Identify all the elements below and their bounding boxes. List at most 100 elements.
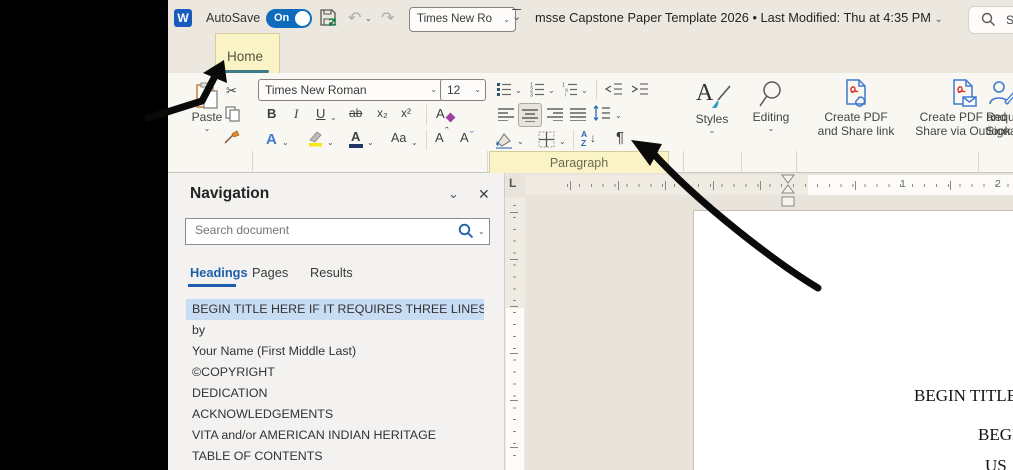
justify-button[interactable]: [570, 107, 586, 121]
text-effects-chevron-icon[interactable]: ⌄: [282, 138, 289, 147]
bullets-button[interactable]: [496, 81, 512, 97]
undo-icon[interactable]: ↶: [348, 8, 361, 28]
nav-heading-item[interactable]: VITA and/or AMERICAN INDIAN HERITAGE: [186, 425, 484, 446]
nav-heading-item-selected[interactable]: BEGIN TITLE HERE IF IT REQUIRES THREE LI…: [186, 299, 484, 320]
align-left-button[interactable]: [498, 107, 514, 121]
save-icon[interactable]: [318, 8, 338, 28]
nav-search-input[interactable]: [193, 222, 427, 238]
copy-icon[interactable]: [225, 106, 241, 122]
change-case-button[interactable]: Aa: [391, 131, 406, 145]
document-title-text: msse Capstone Paper Template 2026 • Last…: [535, 10, 931, 25]
svg-text:3: 3: [530, 93, 533, 98]
styles-button[interactable]: A Styles ⌄: [688, 78, 736, 135]
autosave-label: AutoSave: [206, 11, 261, 25]
bold-button[interactable]: B: [267, 106, 276, 121]
shading-chevron-icon[interactable]: ⌄: [517, 137, 524, 146]
more-commands-chevron-icon[interactable]: ⌄: [512, 9, 522, 24]
clear-formatting-button[interactable]: A: [436, 106, 445, 121]
nav-search-box[interactable]: ⌄: [185, 218, 490, 245]
quick-font-selector[interactable]: Times New Ro ⌄: [409, 7, 516, 32]
autosave-toggle-state: On: [274, 12, 290, 24]
nav-tab-pages[interactable]: Pages: [252, 265, 288, 280]
ruler-midtick: [713, 181, 714, 190]
strikethrough-button[interactable]: ab: [349, 106, 362, 120]
redo-icon[interactable]: ↷: [381, 8, 394, 28]
show-formatting-pilcrow-button[interactable]: ¶: [616, 129, 624, 146]
autosave-toggle[interactable]: On: [266, 9, 312, 28]
shading-button[interactable]: [494, 131, 514, 149]
font-size-combo[interactable]: 12 ⌄: [440, 79, 486, 101]
borders-button[interactable]: [538, 131, 555, 148]
document-canvas: L 1 2 BEGIN TITLE BEG US: [505, 173, 1013, 470]
mini-separator: [426, 130, 427, 150]
word-logo-icon[interactable]: W: [174, 9, 192, 27]
increase-indent-button[interactable]: [631, 81, 649, 97]
create-pdf-share-link-line1: Create PDF: [824, 110, 888, 124]
nav-heading-item[interactable]: TABLE OF CONTENTS: [186, 446, 484, 467]
format-painter-icon[interactable]: [223, 129, 241, 147]
borders-chevron-icon[interactable]: ⌄: [559, 137, 566, 146]
cut-icon[interactable]: ✂: [226, 83, 237, 99]
nav-heading-item[interactable]: ©COPYRIGHT: [186, 362, 484, 383]
multilevel-chevron-icon[interactable]: ⌄: [581, 86, 588, 95]
pdf-share-outlook-icon: [953, 79, 977, 107]
styles-button-label: Styles: [695, 112, 729, 126]
tab-stop-selector[interactable]: L: [509, 176, 516, 190]
ruler-midtick: [760, 181, 761, 190]
nav-tab-headings[interactable]: Headings: [190, 265, 248, 280]
subscript-button[interactable]: x₂: [377, 106, 388, 120]
shrink-font-caret-icon: ˇ: [470, 130, 474, 142]
align-center-button-selected[interactable]: [518, 103, 542, 127]
search-box[interactable]: S: [968, 6, 1013, 34]
underline-button[interactable]: U: [316, 106, 325, 121]
document-title[interactable]: msse Capstone Paper Template 2026 • Last…: [535, 10, 943, 25]
font-name-chevron-icon: ⌄: [430, 85, 437, 94]
decrease-indent-button[interactable]: [605, 81, 623, 97]
nav-search-icon[interactable]: [458, 223, 474, 239]
vertical-ruler[interactable]: [505, 197, 525, 470]
nav-heading-item[interactable]: ACKNOWLEDGEMENTS: [186, 404, 484, 425]
numbering-chevron-icon[interactable]: ⌄: [548, 86, 555, 95]
grow-font-button[interactable]: A: [435, 130, 444, 145]
shrink-font-button[interactable]: A: [460, 130, 469, 145]
create-pdf-share-link-button[interactable]: Create PDF and Share link: [806, 78, 906, 138]
numbering-button[interactable]: 1 2 3: [529, 81, 545, 97]
undo-chevron-icon[interactable]: ⌄: [365, 14, 372, 23]
search-hint-text: S: [1006, 13, 1013, 27]
bullets-chevron-icon[interactable]: ⌄: [515, 86, 522, 95]
svg-text:i: i: [565, 93, 566, 98]
nav-tab-underline: [188, 284, 236, 287]
document-page[interactable]: BEGIN TITLE BEGI US: [693, 210, 1013, 470]
request-signatures-line1: Requ: [986, 110, 1013, 124]
highlighter-button[interactable]: [307, 130, 325, 148]
line-spacing-chevron-icon[interactable]: ⌄: [615, 111, 622, 120]
nav-pane-close-icon[interactable]: ✕: [478, 186, 490, 203]
toggle-knob: [295, 11, 310, 26]
font-name-combo[interactable]: Times New Roman ⌄: [258, 79, 444, 101]
line-spacing-button[interactable]: [593, 105, 611, 122]
font-color-chevron-icon[interactable]: ⌄: [367, 138, 374, 147]
superscript-button[interactable]: x²: [401, 106, 411, 120]
change-case-chevron-icon[interactable]: ⌄: [411, 138, 418, 147]
horizontal-ruler[interactable]: 1 2: [525, 175, 1013, 195]
nav-search-chevron-icon[interactable]: ⌄: [478, 227, 485, 236]
nav-tab-results[interactable]: Results: [310, 265, 353, 280]
text-effects-button[interactable]: A: [266, 131, 277, 148]
nav-pane-chevron-icon[interactable]: ⌄: [448, 186, 459, 202]
italic-button[interactable]: I: [294, 106, 298, 122]
nav-heading-item[interactable]: Your Name (First Middle Last): [186, 341, 484, 362]
create-pdf-share-link-line2: and Share link: [817, 124, 895, 138]
highlighter-chevron-icon[interactable]: ⌄: [327, 138, 334, 147]
font-color-button[interactable]: A: [351, 129, 360, 144]
ruler-number-2: 2: [995, 178, 1001, 190]
align-right-button[interactable]: [547, 107, 563, 121]
editing-button[interactable]: Editing ⌄: [748, 78, 794, 133]
multilevel-list-button[interactable]: 1 a i: [562, 81, 578, 97]
nav-heading-item[interactable]: by: [186, 320, 484, 341]
indent-markers[interactable]: [779, 174, 797, 208]
request-signatures-line2: Signat: [986, 124, 1013, 138]
request-signatures-button-clipped[interactable]: Requ Signat: [986, 78, 1013, 138]
tab-home[interactable]: Home: [227, 49, 263, 64]
underline-chevron-icon[interactable]: ⌄: [330, 113, 337, 122]
nav-heading-item[interactable]: DEDICATION: [186, 383, 484, 404]
